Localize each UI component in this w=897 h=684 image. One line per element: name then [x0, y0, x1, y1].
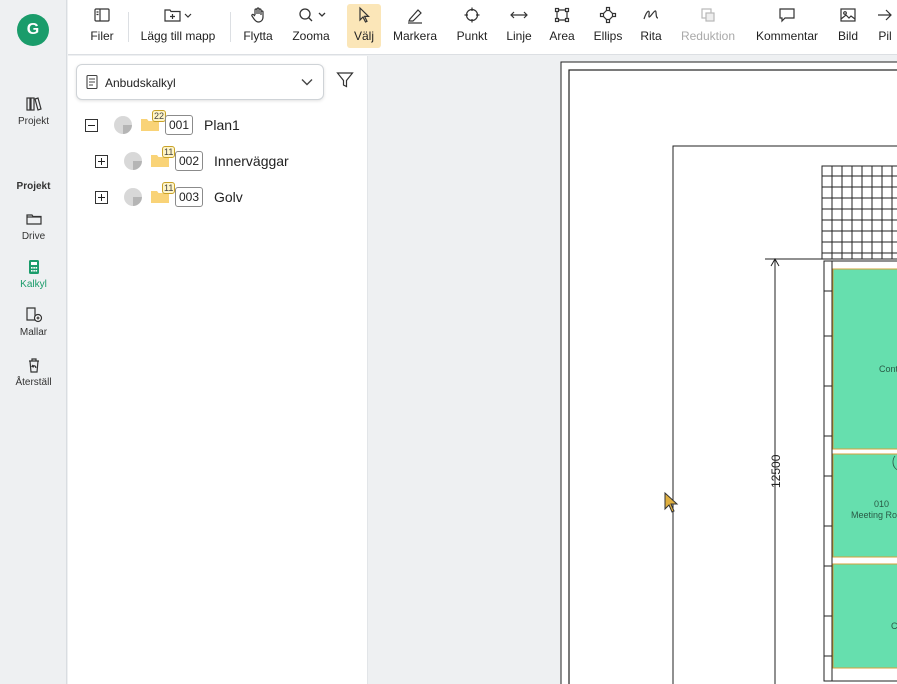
folder-icon: 11: [150, 182, 176, 207]
cursor-icon: [359, 6, 370, 23]
hand-icon: [251, 7, 264, 23]
rail-item-projekt-top[interactable]: Projekt: [0, 95, 67, 127]
progress-pie-icon: [124, 152, 142, 170]
highlight-button[interactable]: Markera: [388, 4, 442, 48]
folder-icon: 11: [150, 146, 176, 171]
app-logo[interactable]: G: [17, 14, 49, 46]
collapse-toggle[interactable]: [85, 119, 98, 132]
add-folder-icon: [164, 9, 192, 22]
ellipse-button[interactable]: Ellips: [590, 4, 626, 48]
expand-toggle[interactable]: [95, 155, 108, 168]
rail-item-kalkyl[interactable]: Kalkyl: [0, 258, 67, 290]
calculation-select[interactable]: Anbudskalkyl: [76, 64, 324, 100]
room-contr[interactable]: [832, 268, 897, 450]
zoom-button[interactable]: Zooma: [288, 4, 334, 48]
expand-toggle[interactable]: [95, 191, 108, 204]
progress-pie-icon: [124, 188, 142, 206]
dimension-text: 12500: [769, 454, 783, 488]
folder-icon: [25, 214, 42, 225]
reduction-button[interactable]: Reduktion: [677, 4, 739, 48]
item-count-badge: 22: [152, 110, 167, 122]
document-icon: [86, 74, 98, 90]
left-rail: G Projekt Projekt Drive Kalkyl Mallar Åt…: [0, 0, 67, 684]
files-button[interactable]: Filer: [83, 4, 121, 48]
restore-trash-icon: [28, 358, 39, 373]
room-number: 010: [874, 499, 889, 509]
filter-icon[interactable]: [336, 71, 354, 89]
room-bottom[interactable]: [832, 563, 897, 669]
tree-panel: Anbudskalkyl 22 001 Plan1 11 002 Innervä…: [68, 56, 368, 684]
comment-button[interactable]: Kommentar: [752, 4, 822, 48]
reduction-icon: [701, 8, 715, 22]
area-icon: [554, 7, 570, 23]
line-button[interactable]: Linje: [502, 4, 536, 48]
drawing-canvas[interactable]: Contr 010 Meeting Ro C C 12500: [369, 56, 897, 684]
rail-section-title: Projekt: [16, 181, 51, 192]
folder-icon: 22: [140, 110, 167, 135]
tree-row[interactable]: 22 001 Plan1: [84, 110, 354, 137]
zoom-icon: [299, 8, 326, 22]
rail-item-label: Kalkyl: [20, 279, 47, 290]
rail-item-label: Återställ: [15, 377, 52, 388]
tree-code: 003: [175, 187, 204, 207]
item-count-badge: 11: [162, 182, 176, 194]
room-label: Contr: [879, 364, 897, 374]
arrow-button[interactable]: Pil: [873, 4, 897, 48]
room-name: Meeting Ro: [851, 510, 897, 520]
move-button[interactable]: Flytta: [238, 4, 278, 48]
crosshair-icon: [464, 7, 480, 23]
chevron-down-icon: [301, 79, 313, 86]
calculation-select-value: Anbudskalkyl: [105, 76, 176, 90]
rail-item-mallar[interactable]: Mallar: [0, 306, 67, 338]
line-arrows-icon: [510, 11, 528, 19]
arrow-right-icon: [878, 9, 892, 21]
progress-pie-icon: [114, 116, 132, 134]
select-tool-button[interactable]: Välj: [347, 4, 381, 48]
app: G Projekt Projekt Drive Kalkyl Mallar Åt…: [0, 0, 897, 684]
draw-button[interactable]: Rita: [636, 4, 666, 48]
area-button[interactable]: Area: [546, 4, 578, 48]
image-button[interactable]: Bild: [834, 4, 862, 48]
add-folder-button[interactable]: Lägg till mapp: [134, 4, 222, 48]
item-count-badge: 11: [162, 146, 176, 158]
tree-name: Innerväggar: [214, 153, 289, 169]
toolbar-divider: [128, 12, 129, 42]
rail-item-label: Drive: [21, 231, 46, 242]
marker-icon: [408, 9, 422, 24]
freehand-icon: [643, 10, 659, 20]
tree-code: 002: [175, 151, 204, 171]
template-icon: [25, 307, 42, 323]
calculator-icon: [28, 260, 39, 274]
image-icon: [840, 8, 856, 22]
tree-row[interactable]: 11 003 Golv: [94, 182, 354, 209]
rail-item-label: Projekt: [17, 116, 50, 127]
tree-name: Golv: [214, 189, 243, 205]
toolbar: Filer Lägg till mapp Flytta Zooma Välj M…: [68, 0, 897, 55]
comment-icon: [779, 8, 795, 23]
ellipse-icon: [599, 6, 617, 24]
rail-item-drive[interactable]: Drive: [0, 210, 67, 242]
tree-code: 001: [165, 115, 194, 135]
toolbar-divider: [230, 12, 231, 42]
point-button[interactable]: Punkt: [452, 4, 492, 48]
rail-item-label: Mallar: [19, 327, 48, 338]
tree-name: Plan1: [204, 117, 240, 133]
panel-icon: [94, 8, 110, 22]
rail-item-aterstall[interactable]: Återställ: [0, 356, 67, 388]
room-label: C: [891, 621, 897, 631]
books-icon: [25, 97, 42, 111]
floor-plan[interactable]: Contr 010 Meeting Ro C C 12500: [369, 56, 897, 684]
tree-row[interactable]: 11 002 Innerväggar: [94, 146, 354, 173]
